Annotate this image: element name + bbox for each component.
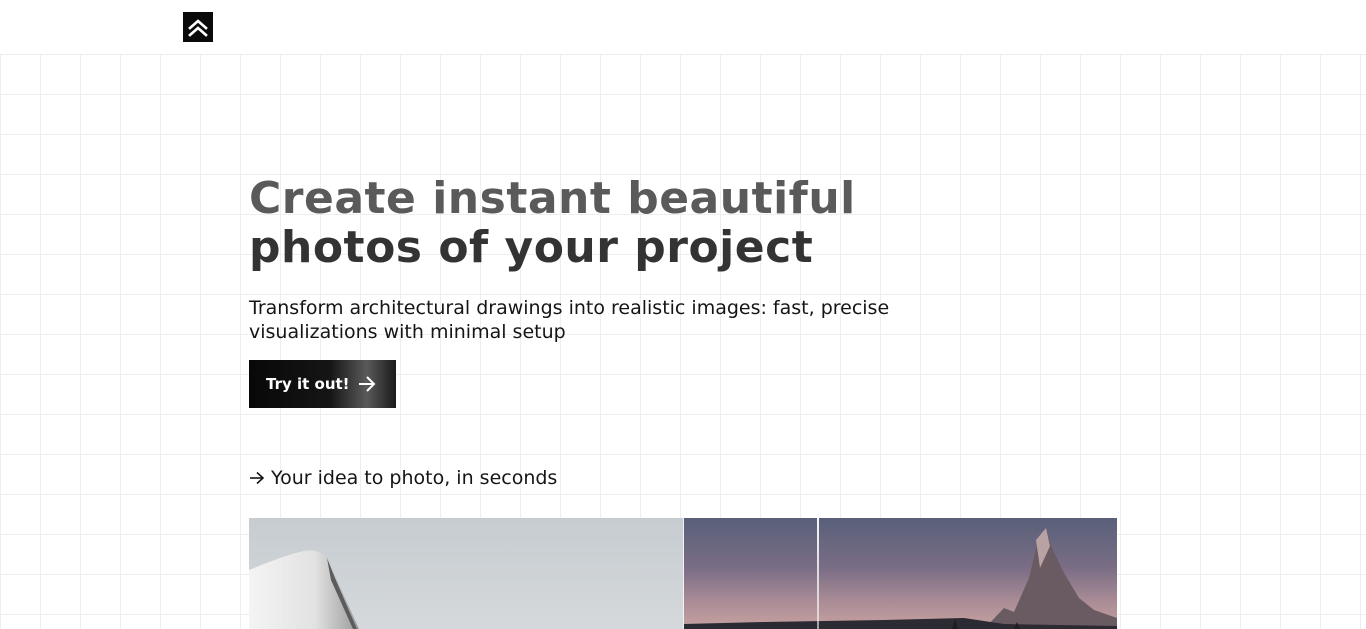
try-it-out-button[interactable]: Try it out! <box>249 360 396 408</box>
drawing-preview-image <box>249 518 683 629</box>
try-it-out-label: Try it out! <box>266 375 350 393</box>
rendered-photo-image <box>684 518 1117 629</box>
top-navigation-bar <box>0 0 1366 55</box>
before-after-comparison[interactable] <box>249 518 1117 629</box>
hero-title-line2: photos of your project <box>249 222 814 273</box>
hero-title: Create instant beautiful photos of your … <box>249 174 949 272</box>
section-tagline-text: Your idea to photo, in seconds <box>271 467 558 489</box>
arrow-right-icon <box>250 471 265 485</box>
hero-title-line1: Create instant beautiful <box>249 173 856 224</box>
section-tagline: Your idea to photo, in seconds <box>249 466 557 490</box>
light-beam <box>817 518 819 629</box>
mountain-scene <box>684 528 1117 629</box>
double-chevron-up-icon <box>188 19 208 37</box>
logo[interactable] <box>183 12 213 42</box>
arrow-right-icon <box>359 376 376 392</box>
white-model-shape <box>249 550 359 629</box>
hero-subtitle: Transform architectural drawings into re… <box>249 297 890 343</box>
